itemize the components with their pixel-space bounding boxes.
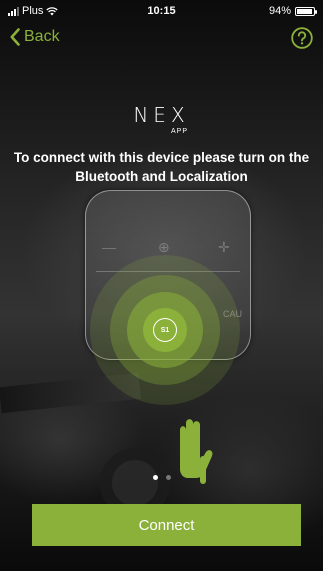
nex-logo: NEX APP: [0, 103, 323, 135]
mode-icon: ⊕: [158, 239, 170, 255]
battery-percent: 94%: [268, 5, 291, 17]
chevron-left-icon: [10, 28, 20, 46]
logo-main: NEX: [133, 103, 190, 127]
pulse-indicator: S1: [90, 255, 240, 405]
status-bar: Plus 10:15 94%: [0, 0, 323, 22]
back-label: Back: [24, 28, 60, 45]
connect-button[interactable]: Connect: [32, 504, 301, 546]
page-dot[interactable]: [165, 475, 171, 480]
status-right: 94%: [268, 5, 317, 17]
page-dot[interactable]: [152, 475, 158, 480]
minus-icon: —: [102, 239, 116, 255]
plus-icon: ✛: [218, 239, 230, 255]
logo-sub: APP: [171, 128, 189, 135]
instruction-text: To connect with this device please turn …: [13, 150, 310, 184]
s1-button[interactable]: S1: [143, 308, 187, 352]
back-button[interactable]: Back: [10, 28, 60, 46]
battery-icon: [295, 6, 317, 16]
nav-bar: Back: [0, 22, 323, 58]
screen: Plus 10:15 94% Back NEX APP To connect w…: [0, 0, 323, 571]
help-icon[interactable]: [291, 27, 313, 49]
battery-fill: [297, 8, 313, 14]
page-indicator: [0, 475, 323, 480]
s1-label: S1: [153, 318, 177, 342]
